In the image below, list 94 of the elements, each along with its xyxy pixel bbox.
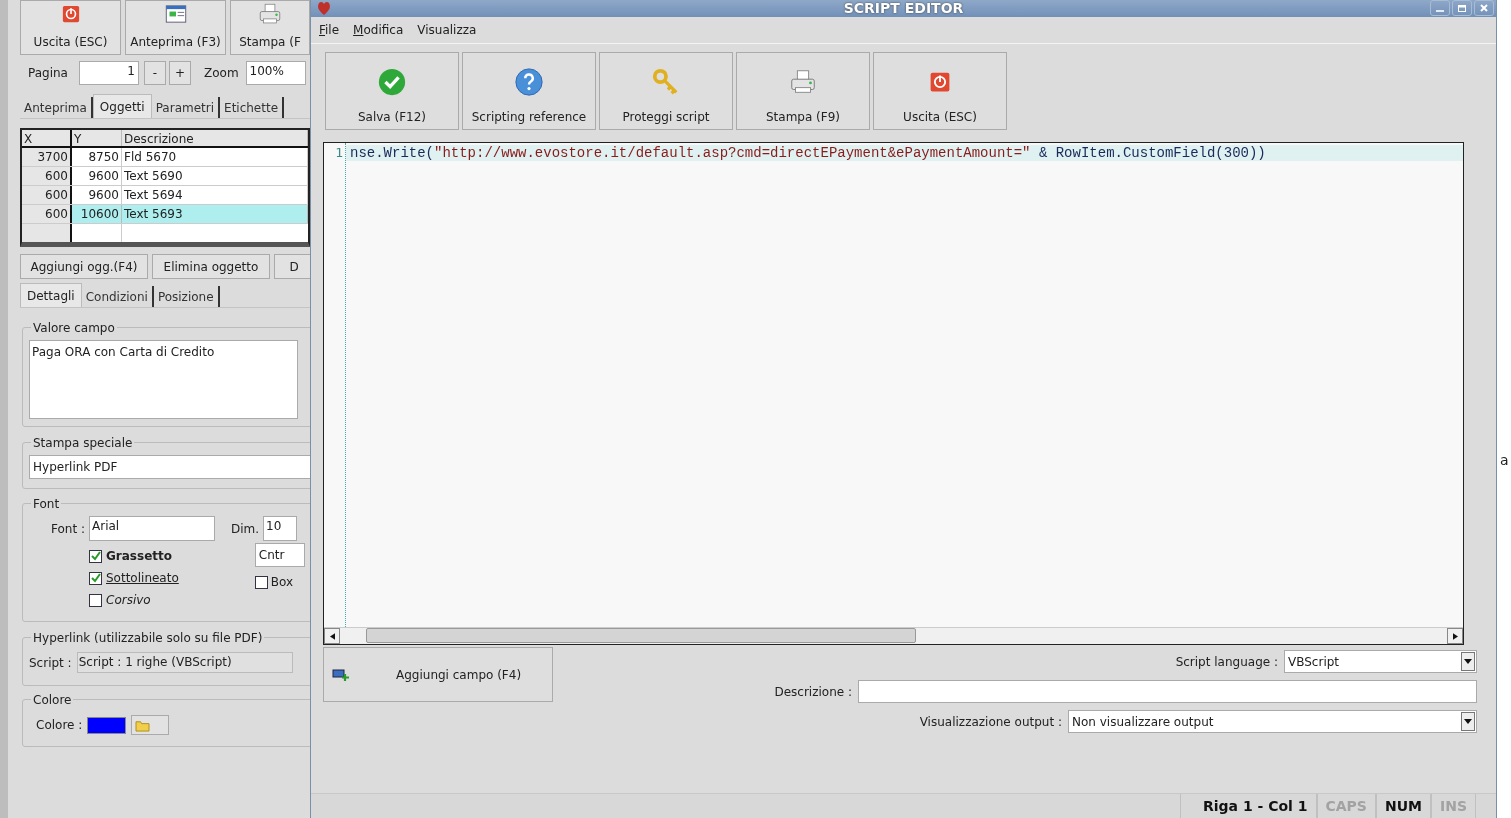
status-text: NUM bbox=[1375, 794, 1431, 818]
toolbar-button[interactable]: Stampa (F bbox=[230, 0, 310, 55]
zoom-label: Zoom bbox=[204, 65, 239, 82]
checkmark-icon bbox=[377, 67, 407, 97]
checkbox-label: Sottolineato bbox=[106, 570, 179, 587]
column-header[interactable]: X bbox=[22, 130, 72, 146]
group-title: Valore campo bbox=[31, 319, 117, 337]
table-cell: 9600 bbox=[72, 167, 122, 185]
toolbar-button[interactable]: Stampa (F9) bbox=[736, 52, 870, 130]
column-header[interactable]: Y bbox=[72, 130, 122, 146]
field-label: Descrizione : bbox=[774, 683, 852, 701]
group-title: Hyperlink (utilizzabile solo su file PDF) bbox=[31, 629, 265, 647]
menu-item[interactable]: File bbox=[319, 21, 340, 39]
minimize-button[interactable] bbox=[1430, 0, 1450, 16]
zoom-field[interactable]: 100% bbox=[245, 61, 306, 85]
horizontal-scrollbar[interactable] bbox=[324, 627, 1463, 644]
heart-icon bbox=[316, 0, 332, 16]
field-label: Visualizzazione output : bbox=[919, 713, 1062, 731]
page-label: Pagina bbox=[27, 65, 69, 82]
code-editor[interactable]: 1 nse.Write("http://www.evostore.it/default.asp?cmd=directEPayment&ePaymentAmount=" & RowItem.CustomField(300)) bbox=[323, 142, 1464, 645]
table-cell: 600 bbox=[22, 186, 72, 204]
checkbox[interactable] bbox=[89, 549, 102, 563]
add-field-icon bbox=[332, 667, 350, 682]
toolbar-button[interactable]: Proteggi script bbox=[599, 52, 733, 130]
field-label: Colore : bbox=[36, 717, 83, 734]
edge-text: a bbox=[1500, 451, 1509, 470]
tab[interactable]: Dettagli bbox=[20, 283, 82, 307]
checkbox-label: Corsivo bbox=[106, 592, 151, 609]
table-cell: 600 bbox=[22, 167, 72, 185]
action-button[interactable]: D bbox=[274, 254, 310, 279]
left-arrow-icon[interactable] bbox=[329, 632, 335, 640]
menu-item[interactable]: Visualizza bbox=[417, 21, 477, 39]
printer-icon bbox=[257, 1, 283, 27]
table-cell: 10600 bbox=[72, 205, 122, 223]
input-field[interactable] bbox=[858, 680, 1477, 703]
checkbox[interactable] bbox=[254, 575, 268, 589]
line-number: 1 bbox=[335, 145, 343, 162]
tab[interactable]: Parametri bbox=[151, 97, 221, 118]
field-label: Script : bbox=[29, 654, 72, 672]
page-field[interactable]: 1 bbox=[79, 61, 139, 85]
window-title: SCRIPT EDITOR bbox=[843, 0, 964, 18]
tab[interactable]: Condizioni bbox=[81, 286, 154, 307]
right-arrow-icon[interactable] bbox=[1452, 632, 1458, 640]
color-swatch[interactable] bbox=[87, 716, 127, 734]
increment-button[interactable]: + bbox=[169, 61, 191, 85]
field-label: Dim. bbox=[231, 520, 260, 538]
dropdown[interactable]: VBScript bbox=[1284, 650, 1477, 673]
menu-item[interactable]: Modifica bbox=[353, 21, 404, 39]
table-cell: Fld 5670 bbox=[122, 148, 308, 166]
dropdown[interactable]: Non visualizzare output bbox=[1068, 710, 1477, 733]
table-cell: 9600 bbox=[72, 186, 122, 204]
close-button[interactable] bbox=[1474, 0, 1494, 16]
add-field-button[interactable]: Aggiungi campo (F4) bbox=[323, 647, 553, 702]
action-button[interactable]: Aggiungi ogg.(F4) bbox=[20, 254, 148, 279]
tab[interactable]: Oggetti bbox=[92, 94, 152, 118]
checkbox[interactable] bbox=[89, 571, 102, 585]
table-cell: Text 5693 bbox=[122, 205, 308, 223]
dropdown-field[interactable]: Hyperlink PDF bbox=[29, 455, 310, 479]
close-icon bbox=[1479, 3, 1489, 13]
tab[interactable]: Posizione bbox=[153, 286, 220, 307]
group-title: Stampa speciale bbox=[31, 434, 135, 452]
table-cell bbox=[22, 224, 72, 242]
tab[interactable]: Etichette bbox=[220, 97, 285, 118]
checkbox-label: Box bbox=[270, 574, 294, 591]
maximize-button[interactable] bbox=[1452, 0, 1472, 16]
maximize-icon bbox=[1457, 3, 1467, 13]
text-area[interactable]: Paga ORA con Carta di Credito bbox=[29, 340, 298, 419]
checkbox-label: Grassetto bbox=[106, 548, 172, 565]
align-field[interactable]: Cntr bbox=[254, 543, 305, 567]
column-header[interactable]: Descrizione bbox=[122, 130, 308, 146]
field-label: Script language : bbox=[1175, 653, 1278, 671]
minimize-icon bbox=[1436, 10, 1444, 12]
toolbar-button[interactable]: Scripting reference bbox=[462, 52, 596, 130]
folder-icon bbox=[135, 718, 151, 732]
status-text: Riga 1 - Col 1 bbox=[1179, 794, 1317, 818]
dropdown-arrow-icon[interactable] bbox=[1464, 719, 1472, 724]
table-cell: 600 bbox=[22, 205, 72, 223]
toolbar-button[interactable]: Uscita (ESC) bbox=[20, 0, 121, 55]
help-icon bbox=[514, 67, 544, 97]
toolbar-button[interactable]: Salva (F12) bbox=[325, 52, 459, 130]
checkbox[interactable] bbox=[89, 593, 102, 607]
table-cell: Text 5694 bbox=[122, 186, 308, 204]
table-cell: 8750 bbox=[72, 148, 122, 166]
font-field[interactable]: Arial bbox=[89, 516, 215, 541]
field-label: Font : bbox=[50, 520, 85, 538]
size-field[interactable]: 10 bbox=[263, 516, 298, 541]
toolbar-button[interactable]: Anteprima (F3) bbox=[125, 0, 226, 55]
decrement-button[interactable]: - bbox=[144, 61, 166, 85]
action-button[interactable]: Elimina oggetto bbox=[152, 254, 270, 279]
dropdown-arrow-icon[interactable] bbox=[1464, 659, 1472, 664]
script-field[interactable]: Script : 1 righe (VBScript) bbox=[76, 652, 293, 673]
table-cell: Text 5690 bbox=[122, 167, 308, 185]
toolbar-button[interactable]: Uscita (ESC) bbox=[873, 52, 1007, 130]
table-cell: 3700 bbox=[22, 148, 72, 166]
